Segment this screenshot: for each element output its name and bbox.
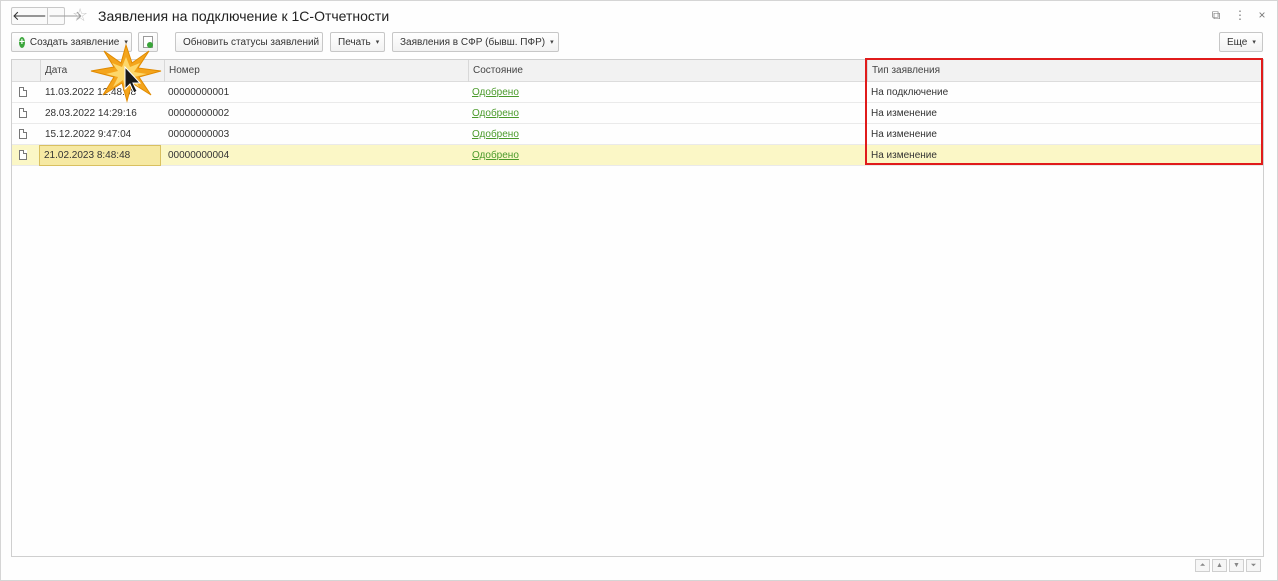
cell-number: 00000000001 (168, 87, 230, 98)
cell-number: 00000000003 (168, 129, 230, 140)
favorite-star-icon[interactable]: ☆ (72, 5, 88, 25)
cell-type: На изменение (871, 108, 937, 119)
click-burst-cursor-icon (90, 43, 162, 103)
cell-type: На подключение (871, 87, 949, 98)
document-icon (19, 108, 27, 118)
more-actions-icon[interactable]: ⋮ (1234, 8, 1246, 23)
cell-number: 00000000004 (168, 150, 230, 161)
table-scroll-controls: ⏶ ▲ ▼ ⏷ (1195, 559, 1261, 572)
column-header-type[interactable]: Тип заявления (867, 60, 1263, 82)
add-icon: + (19, 36, 25, 48)
cell-type: На изменение (871, 129, 937, 140)
navigation-group: 🡐 🡒 (11, 7, 83, 25)
chevron-down-icon: ▾ (1252, 39, 1256, 46)
print-button[interactable]: Печать ▾ (330, 32, 385, 52)
window-controls: ⧉ ⋮ × (1211, 8, 1267, 23)
table-row-selected[interactable]: 21.02.2023 8:48:48 00000000004 Одобрено … (12, 145, 1263, 166)
column-header-status[interactable]: Состояние (468, 60, 867, 82)
cell-number: 00000000002 (168, 108, 230, 119)
sfr-applications-label: Заявления в СФР (бывш. ПФР) (400, 36, 546, 48)
back-button[interactable]: 🡐 (12, 8, 47, 24)
cell-status-link[interactable]: Одобрено (468, 82, 519, 103)
close-icon[interactable]: × (1257, 8, 1267, 23)
cell-date: 28.03.2022 14:29:16 (45, 108, 137, 119)
document-icon (19, 87, 27, 97)
cell-type: На изменение (871, 150, 937, 161)
scroll-up-icon[interactable]: ▲ (1212, 559, 1227, 572)
app-window: 🡐 🡒 ☆ Заявления на подключение к 1С-Отче… (0, 0, 1278, 581)
column-header-number[interactable]: Номер (164, 60, 468, 82)
table-row[interactable]: 15.12.2022 9:47:04 00000000003 Одобрено … (12, 124, 1263, 145)
cell-status-link[interactable]: Одобрено (468, 103, 519, 124)
table-row[interactable]: 28.03.2022 14:29:16 00000000002 Одобрено… (12, 103, 1263, 124)
print-label: Печать (338, 36, 371, 48)
scroll-top-icon[interactable]: ⏶ (1195, 559, 1210, 572)
sfr-applications-button[interactable]: Заявления в СФР (бывш. ПФР) ▾ (392, 32, 559, 52)
cell-date: 15.12.2022 9:47:04 (45, 129, 132, 140)
refresh-statuses-label: Обновить статусы заявлений (183, 36, 320, 48)
icon-column-header (12, 60, 40, 82)
scroll-down-icon[interactable]: ▼ (1229, 559, 1244, 572)
link-icon[interactable]: ⧉ (1211, 8, 1221, 23)
table-header: Дата Номер Состояние Тип заявления (12, 60, 1263, 82)
page-title: Заявления на подключение к 1С-Отчетности (98, 8, 390, 24)
document-icon (19, 129, 27, 139)
chevron-down-icon: ▾ (550, 39, 554, 46)
refresh-statuses-button[interactable]: Обновить статусы заявлений (175, 32, 323, 52)
applications-table[interactable]: Дата Номер Состояние Тип заявления 11.03… (11, 59, 1264, 557)
document-icon (19, 150, 27, 160)
chevron-down-icon: ▾ (375, 39, 380, 46)
cell-status-link[interactable]: Одобрено (468, 124, 519, 145)
more-label: Еще (1227, 36, 1248, 48)
cell-status-link[interactable]: Одобрено (468, 145, 519, 166)
title-bar: 🡐 🡒 ☆ Заявления на подключение к 1С-Отче… (11, 5, 1267, 26)
cell-date-current[interactable]: 21.02.2023 8:48:48 (39, 145, 161, 166)
command-bar: + Создать заявление ▾ Обновить статусы з… (11, 32, 1263, 52)
more-button[interactable]: Еще ▾ (1219, 32, 1263, 52)
scroll-bottom-icon[interactable]: ⏷ (1246, 559, 1261, 572)
table-row[interactable]: 11.03.2022 12:48:38 00000000001 Одобрено… (12, 82, 1263, 103)
